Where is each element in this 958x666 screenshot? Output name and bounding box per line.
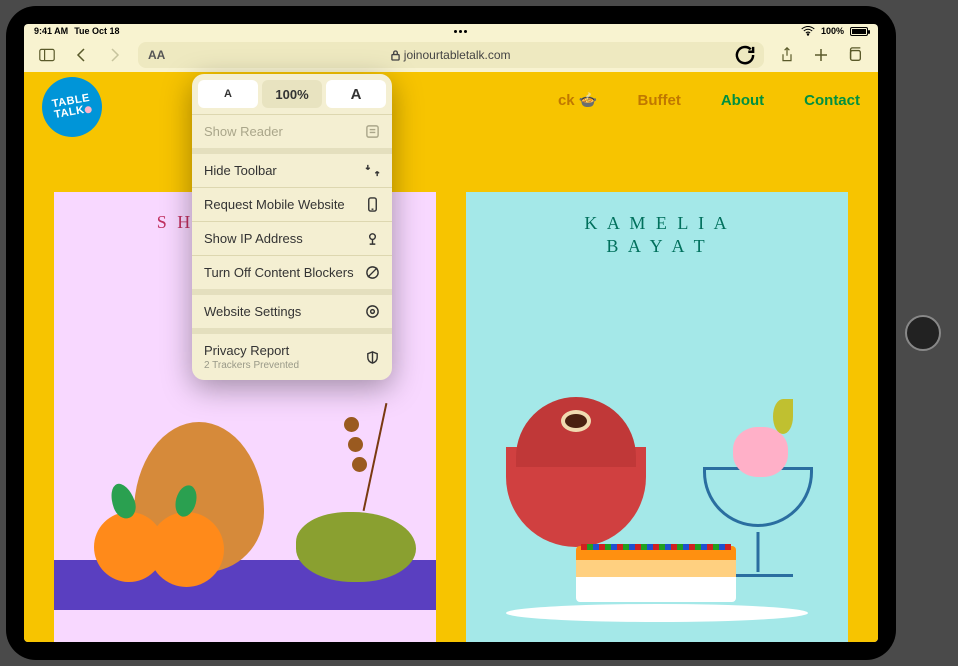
reload-button[interactable] <box>732 42 758 68</box>
nav-contact[interactable]: Contact <box>804 91 860 109</box>
gallery-card-2[interactable]: K A M E L I AB A Y A T <box>466 192 848 642</box>
safari-toolbar: AA joinourtabletalk.com <box>24 38 878 72</box>
wifi-icon <box>801 26 815 36</box>
privacy-report-label: Privacy Report <box>204 343 289 358</box>
artist-name-2: K A M E L I AB A Y A T <box>466 212 848 259</box>
hide-toolbar-item[interactable]: Hide Toolbar <box>192 154 392 188</box>
home-button[interactable] <box>905 315 941 351</box>
status-bar: 9:41 AM Tue Oct 18 100% <box>24 24 878 38</box>
webpage-content: TABLE TALK ck 🍲 Buffet About Contact S H <box>24 72 878 642</box>
website-settings-item[interactable]: Website Settings <box>192 295 392 334</box>
multitask-handle[interactable] <box>454 30 467 33</box>
tabs-button[interactable] <box>840 41 870 69</box>
content-blockers-item[interactable]: Turn Off Content Blockers <box>192 256 392 295</box>
show-ip-item[interactable]: Show IP Address <box>192 222 392 256</box>
site-nav: ck 🍲 Buffet About Contact <box>558 91 860 109</box>
ipad-screen: 9:41 AM Tue Oct 18 100% AA <box>24 24 878 642</box>
zoom-in-button[interactable]: A <box>326 80 386 108</box>
site-logo[interactable]: TABLE TALK <box>37 72 107 142</box>
zoom-out-button[interactable]: A <box>198 80 258 108</box>
battery-icon <box>850 27 868 36</box>
nav-about[interactable]: About <box>721 91 764 109</box>
privacy-report-item[interactable]: Privacy Report 2 Trackers Prevented <box>192 334 392 380</box>
lock-icon <box>391 50 400 61</box>
address-bar[interactable]: AA joinourtabletalk.com <box>138 42 764 68</box>
new-tab-button[interactable] <box>806 41 836 69</box>
back-button[interactable] <box>66 41 96 69</box>
sidebar-button[interactable] <box>32 41 62 69</box>
show-reader-item: Show Reader <box>192 115 392 154</box>
url-text: joinourtabletalk.com <box>404 48 511 62</box>
page-settings-button[interactable]: AA <box>144 48 169 62</box>
page-settings-popover: A 100% A Show Reader Hide Toolbar Reques… <box>192 74 392 380</box>
forward-button <box>100 41 130 69</box>
zoom-level: 100% <box>262 80 322 108</box>
status-date: Tue Oct 18 <box>74 26 119 36</box>
privacy-report-sub: 2 Trackers Prevented <box>204 360 299 371</box>
share-button[interactable] <box>772 41 802 69</box>
status-time: 9:41 AM <box>34 26 68 36</box>
request-mobile-item[interactable]: Request Mobile Website <box>192 188 392 222</box>
nav-buffet[interactable]: Buffet <box>638 91 681 109</box>
battery-pct: 100% <box>821 26 844 36</box>
nav-potluck[interactable]: ck 🍲 <box>558 91 598 109</box>
